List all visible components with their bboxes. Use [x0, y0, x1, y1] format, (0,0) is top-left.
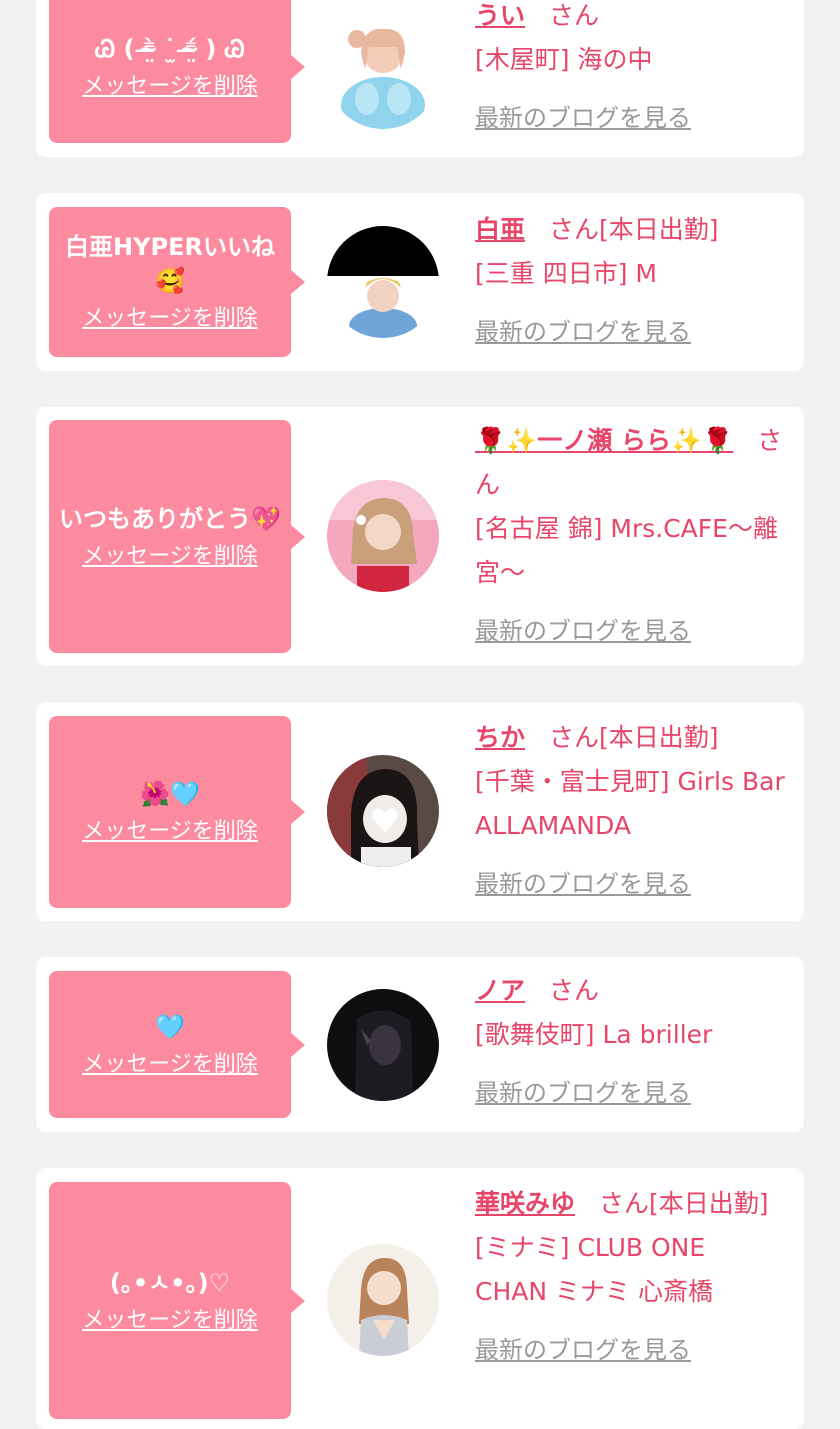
user-info: 華咲みゆ さん[本日出勤] [ミナミ] CLUB ONE CHAN ミナミ 心斎橋… — [475, 1182, 785, 1372]
profile-photo-icon — [327, 17, 439, 129]
shop-text: [歌舞伎町] La briller — [475, 1020, 713, 1049]
name-line: 華咲みゆ さん[本日出勤] — [475, 1182, 785, 1226]
profile-photo-icon — [327, 480, 439, 592]
honorific: さん — [549, 723, 600, 752]
latest-blog-link[interactable]: 最新のブログを見る — [475, 609, 691, 653]
shop-text: [千葉・富士見町] Girls Bar ALLAMANDA — [475, 767, 785, 840]
honorific: さん — [549, 215, 600, 244]
shift-status: [本日出勤] — [599, 215, 719, 244]
latest-blog-link[interactable]: 最新のブログを見る — [475, 310, 691, 354]
shift-status: [本日出勤] — [649, 1189, 769, 1218]
user-info: 白亜 さん[本日出勤] [三重 四日市] M 最新のブログを見る — [475, 208, 795, 354]
user-name-link[interactable]: 🌹✨一ノ瀬 らら✨🌹 — [475, 426, 733, 455]
name-line: ちか さん[本日出勤] — [475, 716, 795, 760]
shop-text: [名古屋 錦] Mrs.CAFE〜離宮〜 — [475, 514, 778, 587]
message-text: 🩵 — [155, 1012, 185, 1041]
honorific: さん — [599, 1189, 650, 1218]
user-name-link[interactable]: ノア — [475, 976, 525, 1005]
delete-message-link[interactable]: メッセージを削除 — [82, 304, 258, 334]
user-info: うい さん [木屋町] 海の中 最新のブログを見る — [475, 0, 795, 140]
delete-message-link[interactable]: メッセージを削除 — [82, 1050, 258, 1080]
name-line: 🌹✨一ノ瀬 らら✨🌹 さん — [475, 419, 795, 507]
name-line: うい さん — [475, 0, 795, 38]
shop-text: [木屋町] 海の中 — [475, 45, 653, 74]
name-line: ノア さん — [475, 969, 795, 1013]
message-card: 白亜HYPERいいね🥰 メッセージを削除 白亜 さん[本日出勤] [三重 四日市]… — [36, 193, 804, 371]
message-bubble: 🩵 メッセージを削除 — [49, 971, 305, 1118]
delete-message-link[interactable]: メッセージを削除 — [82, 1306, 258, 1336]
message-bubble: 白亜HYPERいいね🥰 メッセージを削除 — [49, 207, 305, 357]
honorific: さん — [549, 1, 600, 30]
message-card: 🌺🩵 メッセージを削除 ちか さん[本日出勤] [千葉・富士見町] Girls B… — [36, 702, 804, 921]
user-info: 🌹✨一ノ瀬 らら✨🌹 さん [名古屋 錦] Mrs.CAFE〜離宮〜 最新のブログ… — [475, 419, 795, 653]
profile-photo-icon — [327, 1244, 439, 1356]
user-name-link[interactable]: ちか — [475, 723, 525, 752]
message-text: Ꮚ ( ⁼̴̶̤̀ ˙̫ ⁼̴̶̤́ ) Ꮚ — [95, 34, 245, 63]
shift-status: [本日出勤] — [599, 723, 719, 752]
message-bubble: Ꮚ ( ⁼̴̶̤̀ ˙̫ ⁼̴̶̤́ ) Ꮚ メッセージを削除 — [49, 0, 305, 143]
avatar[interactable] — [327, 226, 439, 338]
message-card: Ꮚ ( ⁼̴̶̤̀ ˙̫ ⁼̴̶̤́ ) Ꮚ メッセージを削除 うい さん [木屋… — [36, 0, 804, 157]
message-text: 🌺🩵 — [140, 780, 200, 808]
avatar[interactable] — [327, 17, 439, 129]
latest-blog-link[interactable]: 最新のブログを見る — [475, 1071, 691, 1115]
avatar[interactable] — [327, 480, 439, 592]
profile-photo-icon — [327, 755, 439, 867]
latest-blog-link[interactable]: 最新のブログを見る — [475, 96, 691, 140]
avatar[interactable] — [327, 755, 439, 867]
user-info: ノア さん [歌舞伎町] La briller 最新のブログを見る — [475, 969, 795, 1115]
latest-blog-link[interactable]: 最新のブログを見る — [475, 862, 691, 906]
message-bubble: いつもありがとう💖 メッセージを削除 — [49, 420, 305, 653]
honorific: さん — [549, 976, 600, 1005]
avatar[interactable] — [327, 989, 439, 1101]
name-line: 白亜 さん[本日出勤] — [475, 208, 795, 252]
latest-blog-link[interactable]: 最新のブログを見る — [475, 1328, 691, 1372]
user-name-link[interactable]: 華咲みゆ — [475, 1189, 575, 1218]
message-bubble: 🌺🩵 メッセージを削除 — [49, 716, 305, 908]
profile-photo-icon — [327, 226, 439, 338]
user-name-link[interactable]: 白亜 — [475, 215, 525, 244]
delete-message-link[interactable]: メッセージを削除 — [82, 72, 258, 102]
message-text: 白亜HYPERいいね🥰 — [65, 233, 275, 295]
user-name-link[interactable]: うい — [475, 1, 525, 30]
delete-message-link[interactable]: メッセージを削除 — [82, 817, 258, 847]
profile-photo-icon — [327, 989, 439, 1101]
user-info: ちか さん[本日出勤] [千葉・富士見町] Girls Bar ALLAMANDA… — [475, 716, 795, 906]
message-card: 🩵 メッセージを削除 ノア さん [歌舞伎町] La briller 最新のブログ… — [36, 957, 804, 1132]
avatar[interactable] — [327, 1244, 439, 1356]
shop-text: [ミナミ] CLUB ONE CHAN ミナミ 心斎橋 — [475, 1233, 713, 1306]
shop-text: [三重 四日市] M — [475, 259, 657, 288]
message-card: (｡•ㅅ•｡)♡ メッセージを削除 華咲みゆ さん[本日出勤] [ミナミ] CLU… — [36, 1168, 804, 1429]
delete-message-link[interactable]: メッセージを削除 — [82, 542, 258, 572]
message-text: いつもありがとう💖 — [59, 504, 281, 533]
message-card: いつもありがとう💖 メッセージを削除 🌹✨一ノ瀬 らら✨🌹 さん [名古屋 錦] … — [36, 407, 804, 666]
message-bubble: (｡•ㅅ•｡)♡ メッセージを削除 — [49, 1182, 305, 1419]
message-text: (｡•ㅅ•｡)♡ — [109, 1268, 231, 1297]
